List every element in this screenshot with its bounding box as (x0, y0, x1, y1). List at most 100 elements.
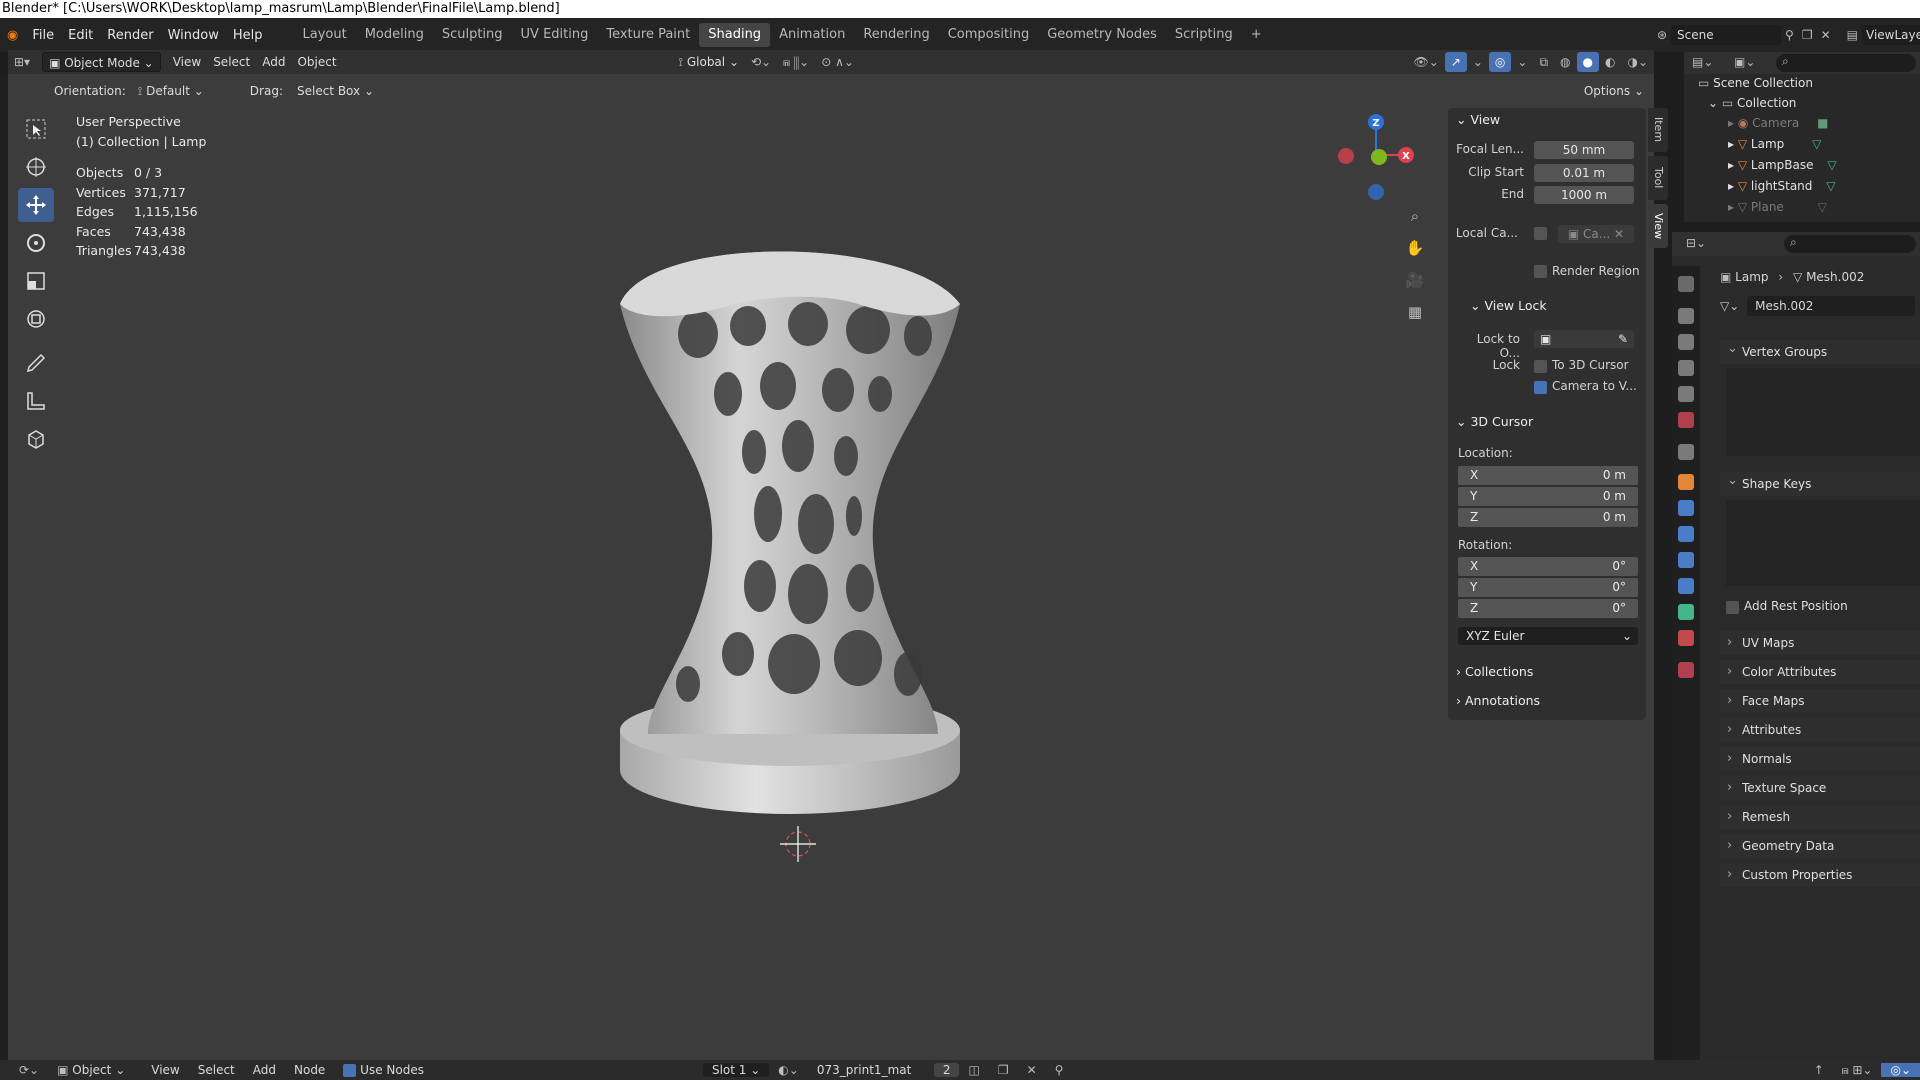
overlay-toggle-icon[interactable]: ◎⌄ (1881, 1063, 1920, 1077)
blender-logo-icon[interactable]: ◉ (0, 28, 25, 43)
outliner-item-camera[interactable]: ▸ ◉ Camera ■ (1728, 114, 1828, 132)
output-props-icon[interactable] (1678, 334, 1694, 350)
annotate-tool[interactable] (18, 346, 54, 380)
node-menu-node[interactable]: Node (285, 1063, 334, 1077)
view-lock-header[interactable]: ⌄ View Lock (1470, 298, 1547, 313)
rendered-shading-icon[interactable]: ◑⌄ (1621, 52, 1654, 72)
camera-view-icon[interactable]: 🎥 (1402, 267, 1428, 293)
focal-length-field[interactable]: 50 mm (1534, 141, 1634, 159)
gizmo-menu-icon[interactable]: ⌄ (1467, 52, 1489, 72)
zoom-icon[interactable]: ⌕ (1402, 203, 1428, 229)
shader-object-select[interactable]: ▣ Object ⌄ (48, 1063, 134, 1077)
outliner-item-lampbase[interactable]: ▸ ▽ LampBase ▽ (1728, 156, 1837, 174)
menu-help[interactable]: Help (226, 28, 270, 43)
proportional-edit-icon[interactable]: ⊙ ∧⌄ (815, 52, 860, 72)
solid-shading-icon[interactable]: ● (1576, 52, 1599, 72)
render-region-checkbox[interactable] (1534, 265, 1547, 278)
render-props-icon[interactable] (1678, 308, 1694, 324)
tab-animation[interactable]: Animation (770, 23, 854, 47)
menu-file[interactable]: File (25, 28, 61, 43)
local-camera-field[interactable]: ▣ Ca... ✕ (1558, 225, 1634, 243)
snap-icon[interactable]: ⩎ ⊞⌄ (1833, 1063, 1882, 1078)
section-attributes[interactable]: Attributes (1720, 718, 1920, 742)
close-icon[interactable]: ✕ (1817, 28, 1835, 42)
lock-to-object-field[interactable]: ▣ ✎ (1534, 330, 1634, 348)
3d-cursor-header[interactable]: ⌄ 3D Cursor (1456, 414, 1533, 429)
add-rest-position-checkbox[interactable] (1726, 601, 1739, 614)
add-workspace-icon[interactable]: + (1242, 23, 1271, 47)
material-users-count[interactable]: 2 (933, 1063, 960, 1077)
parent-node-tree-icon[interactable]: ↑ (1805, 1063, 1833, 1077)
pin-icon[interactable]: ⚲ (1046, 1063, 1073, 1077)
node-menu-select[interactable]: Select (189, 1063, 244, 1077)
section-uv-maps[interactable]: UV Maps (1720, 631, 1920, 655)
outliner-item-lamp[interactable]: ▸ ▽ Lamp ▽ (1728, 135, 1821, 153)
section-vertex-groups[interactable]: Vertex Groups (1720, 337, 1920, 364)
tab-tool[interactable]: Tool (1648, 156, 1668, 200)
cursor-rotation-x[interactable]: X 0° (1458, 557, 1638, 576)
cursor-location-x[interactable]: X 0 m (1458, 466, 1638, 485)
viewlayer-field[interactable]: ViewLayer (1862, 25, 1920, 45)
section-remesh[interactable]: Remesh (1720, 805, 1920, 829)
section-geometry-data[interactable]: Geometry Data (1720, 834, 1920, 858)
measure-tool[interactable] (18, 384, 54, 418)
viewlayer-icon[interactable]: ▤ (1835, 28, 1862, 42)
node-menu-add[interactable]: Add (244, 1063, 285, 1077)
tab-uv-editing[interactable]: UV Editing (512, 23, 598, 47)
transform-tool[interactable] (18, 302, 54, 336)
world-props-icon[interactable] (1678, 412, 1694, 428)
material-name-field[interactable]: 073_print1_mat (808, 1063, 934, 1077)
tab-layout[interactable]: Layout (293, 23, 355, 47)
outliner-scene-collection[interactable]: ▭ Scene Collection (1698, 74, 1813, 92)
section-normals[interactable]: Normals (1720, 747, 1920, 771)
editor-type-icon[interactable]: ⊞▾ (8, 52, 36, 72)
tab-geometry-nodes[interactable]: Geometry Nodes (1038, 23, 1166, 47)
clip-end-field[interactable]: 1000 m (1534, 186, 1634, 204)
add-cube-tool[interactable] (18, 422, 54, 456)
collections-header[interactable]: › Collections (1456, 664, 1533, 679)
tab-texture-paint[interactable]: Texture Paint (597, 23, 699, 47)
cursor-location-y[interactable]: Y 0 m (1458, 487, 1638, 506)
material-props-icon[interactable] (1678, 630, 1694, 646)
pin-icon[interactable]: ⚲ (1781, 28, 1798, 42)
texture-props-icon[interactable] (1678, 662, 1694, 678)
viewport-menu-view[interactable]: View (167, 52, 207, 72)
use-nodes-checkbox[interactable] (343, 1064, 357, 1077)
viewport-menu-object[interactable]: Object (291, 52, 342, 72)
cursor-rotation-y[interactable]: Y 0° (1458, 578, 1638, 597)
tab-rendering[interactable]: Rendering (854, 23, 938, 47)
options-dropdown[interactable]: Options ⌄ (1578, 81, 1650, 101)
new-scene-icon[interactable]: ❐ (1798, 28, 1817, 42)
use-nodes-toggle[interactable]: Use Nodes (334, 1063, 433, 1077)
rotation-mode-select[interactable]: XYZ Euler ⌄ (1458, 627, 1638, 645)
cursor-location-z[interactable]: Z 0 m (1458, 508, 1638, 527)
ortho-grid-icon[interactable]: ▦ (1402, 299, 1428, 325)
tab-sculpting[interactable]: Sculpting (433, 23, 512, 47)
mesh-data-props-icon[interactable] (1678, 604, 1694, 620)
tab-compositing[interactable]: Compositing (939, 23, 1039, 47)
tab-shading[interactable]: Shading (699, 23, 771, 47)
wireframe-shading-icon[interactable]: ◍ (1554, 52, 1576, 72)
scale-tool[interactable] (18, 264, 54, 298)
vertex-groups-list[interactable] (1726, 368, 1920, 456)
move-tool[interactable] (18, 188, 54, 222)
scene-icon[interactable]: ⊛ (1653, 28, 1671, 42)
view-section-header[interactable]: ⌄ View (1456, 112, 1500, 127)
tab-scripting[interactable]: Scripting (1166, 23, 1242, 47)
overlay-toggle-icon[interactable]: ◎ (1488, 52, 1512, 72)
annotations-header[interactable]: › Annotations (1456, 693, 1540, 708)
scene-field[interactable]: Scene (1671, 25, 1782, 45)
drag-select[interactable]: Select Box ⌄ (291, 81, 380, 101)
pan-hand-icon[interactable]: ✋ (1402, 235, 1428, 261)
node-menu-view[interactable]: View (142, 1063, 188, 1077)
material-shading-icon[interactable]: ◐ (1599, 52, 1621, 72)
outliner-collection[interactable]: ⌄ ▭ Collection (1708, 94, 1796, 112)
physics-props-icon[interactable] (1678, 552, 1694, 568)
outliner-search-field[interactable]: ⌕ (1776, 54, 1916, 72)
scene-props-icon[interactable] (1678, 386, 1694, 402)
rotate-tool[interactable] (18, 226, 54, 260)
view-layer-props-icon[interactable] (1678, 360, 1694, 376)
object-props-icon[interactable] (1678, 474, 1694, 490)
eyedropper-icon[interactable]: ✎ (1618, 330, 1628, 348)
slot-select[interactable]: Slot 1 ⌄ (702, 1063, 770, 1077)
